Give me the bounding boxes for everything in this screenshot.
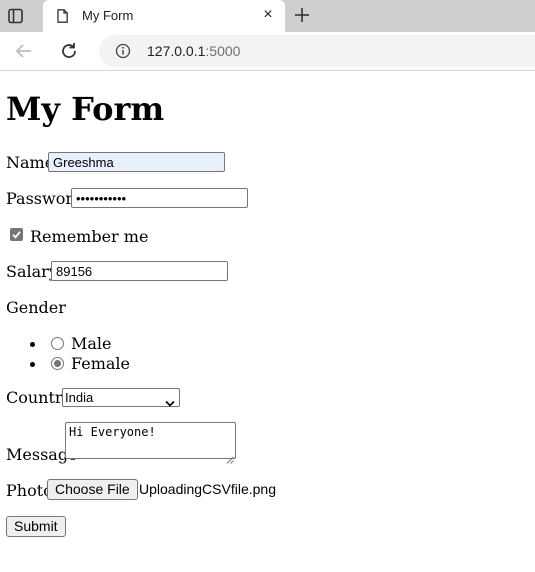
choose-file-button[interactable]: Choose File bbox=[47, 479, 138, 500]
reload-icon[interactable] bbox=[58, 40, 80, 62]
tab-title: My Form bbox=[82, 8, 134, 23]
page-title: My Form bbox=[6, 90, 165, 128]
url-host: 127.0.0.1 bbox=[147, 43, 206, 59]
name-label: Name bbox=[6, 153, 55, 172]
male-label: Male bbox=[71, 334, 112, 353]
back-arrow-icon[interactable] bbox=[14, 41, 34, 61]
plus-icon[interactable] bbox=[292, 5, 312, 25]
remember-label: Remember me bbox=[30, 227, 149, 246]
female-radio[interactable] bbox=[51, 357, 64, 370]
name-input[interactable] bbox=[48, 152, 225, 172]
salary-input[interactable] bbox=[51, 261, 228, 281]
url-port: :5000 bbox=[205, 43, 241, 59]
submit-button[interactable]: Submit bbox=[6, 516, 66, 537]
country-select[interactable]: India bbox=[62, 388, 180, 407]
address-bar[interactable]: 127.0.0.1:5000 bbox=[99, 35, 535, 67]
document-icon bbox=[57, 8, 68, 23]
remember-checkbox[interactable] bbox=[10, 228, 23, 241]
browser-tab[interactable]: My Form × bbox=[43, 0, 285, 32]
photo-label: Photo bbox=[6, 481, 53, 500]
info-icon[interactable] bbox=[115, 43, 131, 59]
url-text: 127.0.0.1:5000 bbox=[147, 43, 240, 59]
tab-strip-icon[interactable] bbox=[6, 6, 26, 26]
tab-bar: My Form × bbox=[0, 0, 535, 32]
female-label: Female bbox=[71, 354, 130, 373]
male-radio[interactable] bbox=[51, 337, 64, 350]
resize-grip-icon[interactable] bbox=[226, 449, 234, 464]
browser-toolbar: 127.0.0.1:5000 bbox=[0, 32, 535, 71]
gender-label: Gender bbox=[6, 298, 66, 317]
close-icon[interactable]: × bbox=[261, 6, 275, 24]
password-input[interactable] bbox=[71, 188, 248, 208]
message-textarea[interactable]: Hi Everyone! bbox=[65, 422, 236, 459]
bullet bbox=[30, 342, 35, 347]
file-name: UploadingCSVfile.png bbox=[139, 481, 276, 497]
bullet bbox=[30, 362, 35, 367]
